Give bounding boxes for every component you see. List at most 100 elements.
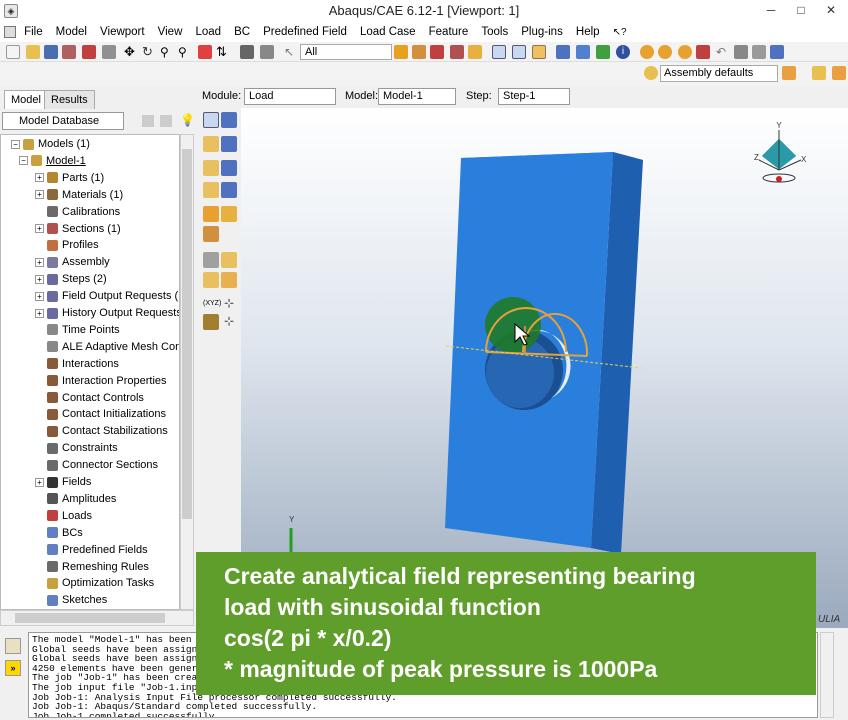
model-database-select[interactable]: Model Database bbox=[2, 112, 124, 130]
render-wireframe-icon[interactable] bbox=[556, 45, 570, 59]
analytical-field-manager-icon[interactable] bbox=[221, 206, 237, 222]
pan-icon[interactable]: ✥ bbox=[124, 45, 138, 59]
app-icon[interactable]: ◈ bbox=[4, 4, 18, 18]
menu-feature[interactable]: Feature bbox=[424, 22, 474, 42]
undo-icon[interactable]: ↶ bbox=[716, 45, 730, 59]
select-closest-icon[interactable] bbox=[430, 45, 444, 59]
datum-icon[interactable] bbox=[832, 66, 846, 80]
datum-csys-icon[interactable]: (XYZ) bbox=[203, 296, 221, 312]
maximize-button[interactable]: □ bbox=[786, 0, 816, 22]
create-field-icon[interactable] bbox=[203, 160, 219, 176]
select-from-interior-icon[interactable] bbox=[394, 45, 408, 59]
open-icon[interactable] bbox=[26, 45, 40, 59]
magnify-icon[interactable]: ⚲ bbox=[160, 45, 174, 59]
bc-manager-icon[interactable] bbox=[221, 136, 237, 152]
select-entities-icon[interactable] bbox=[450, 45, 464, 59]
collapse-icon[interactable]: − bbox=[11, 139, 20, 149]
expand-icon[interactable]: + bbox=[35, 190, 44, 200]
datum-plane-icon[interactable] bbox=[203, 314, 219, 330]
highlight-icon[interactable] bbox=[468, 45, 482, 59]
message-area-toggle-icon[interactable] bbox=[5, 638, 21, 654]
load-case-manager-icon[interactable] bbox=[221, 182, 237, 198]
query-icon[interactable] bbox=[240, 45, 254, 59]
menu-help[interactable]: Help bbox=[571, 22, 605, 42]
amplitude-icon[interactable] bbox=[203, 226, 219, 242]
save-icon[interactable] bbox=[44, 45, 58, 59]
selection-filter-select[interactable]: All bbox=[300, 44, 392, 60]
auto-fit-icon[interactable] bbox=[198, 45, 212, 59]
tree-item[interactable]: Calibrations bbox=[35, 204, 120, 221]
minimize-button[interactable]: ─ bbox=[756, 0, 786, 22]
menu-load[interactable]: Load bbox=[190, 22, 226, 42]
module-select[interactable]: Load bbox=[244, 88, 336, 105]
tree-vscroll-thumb[interactable] bbox=[182, 149, 192, 519]
collapse-icon[interactable]: − bbox=[19, 156, 28, 166]
command-line-toggle-icon[interactable]: » bbox=[5, 660, 21, 676]
tree-collapse-icon[interactable] bbox=[160, 115, 172, 127]
select-from-exterior-icon[interactable] bbox=[412, 45, 426, 59]
menu-tools[interactable]: Tools bbox=[476, 22, 513, 42]
expand-icon[interactable]: + bbox=[35, 257, 44, 267]
datum-point-icon[interactable] bbox=[203, 272, 219, 288]
tree-highlight-icon[interactable]: 💡 bbox=[180, 113, 195, 127]
tree-item[interactable]: + Sections (1) bbox=[35, 221, 121, 238]
iso-view-icon[interactable] bbox=[512, 45, 526, 59]
print-icon[interactable] bbox=[82, 45, 96, 59]
tree-item[interactable]: + Steps (2) bbox=[35, 271, 107, 288]
render-style-select[interactable]: Assembly defaults bbox=[660, 65, 778, 82]
render-filled-icon[interactable] bbox=[596, 45, 610, 59]
menu-file[interactable]: File bbox=[19, 22, 48, 42]
tree-horizontal-scrollbar[interactable] bbox=[0, 610, 194, 626]
render-style-icon[interactable] bbox=[644, 66, 658, 80]
tree-item[interactable]: − Models (1) bbox=[11, 136, 90, 153]
tree-item[interactable]: Connector Sections bbox=[35, 457, 158, 474]
tree-item[interactable]: + History Output Requests ( bbox=[35, 305, 179, 322]
menu-predefined-field[interactable]: Predefined Field bbox=[258, 22, 352, 42]
tree-item[interactable]: + Field Output Requests (1) bbox=[35, 288, 179, 305]
info-icon[interactable]: i bbox=[616, 45, 630, 59]
open-odb-icon[interactable] bbox=[62, 45, 76, 59]
part-instance-icon[interactable] bbox=[782, 66, 796, 80]
tree-item[interactable]: Contact Initializations bbox=[35, 406, 166, 423]
model-select[interactable]: Model-1 bbox=[378, 88, 456, 105]
new-icon[interactable] bbox=[6, 45, 20, 59]
step-select[interactable]: Step-1 bbox=[498, 88, 570, 105]
tree-vertical-scrollbar[interactable] bbox=[180, 134, 194, 610]
tree-item[interactable]: Constraints bbox=[35, 440, 118, 457]
expand-icon[interactable]: + bbox=[35, 224, 44, 234]
replace-icon[interactable] bbox=[752, 45, 766, 59]
tree-hscroll-thumb[interactable] bbox=[15, 613, 165, 623]
remove-icon[interactable] bbox=[734, 45, 748, 59]
render-hidden-icon[interactable] bbox=[576, 45, 590, 59]
tree-item[interactable]: + Assembly bbox=[35, 254, 110, 271]
tree-item[interactable]: Predefined Fields bbox=[35, 542, 148, 559]
expand-icon[interactable]: + bbox=[35, 308, 44, 318]
front-view-icon[interactable] bbox=[492, 45, 506, 59]
tree-item[interactable]: + Materials (1) bbox=[35, 187, 123, 204]
tree-item[interactable]: Interaction Properties bbox=[35, 373, 167, 390]
datum-plane-2-icon[interactable]: ⊹ bbox=[221, 314, 237, 330]
tree-item[interactable]: Optimization Tasks bbox=[35, 575, 154, 592]
tree-item[interactable]: − Model-1 bbox=[19, 153, 86, 170]
tree-item[interactable]: + Parts (1) bbox=[35, 170, 104, 187]
select-cursor-icon[interactable]: ↖ bbox=[284, 45, 298, 59]
expand-icon[interactable]: + bbox=[35, 477, 44, 487]
shaded-view-icon[interactable] bbox=[532, 45, 546, 59]
tree-item[interactable]: Profiles bbox=[35, 237, 99, 254]
message-scrollbar[interactable] bbox=[820, 632, 834, 718]
tree-item[interactable]: Contact Controls bbox=[35, 390, 144, 407]
viewport[interactable]: Y Z X Y ULIA bbox=[241, 108, 848, 628]
print-setup-icon[interactable] bbox=[102, 45, 116, 59]
tree-item[interactable]: Loads bbox=[35, 508, 92, 525]
datum-axis-icon[interactable] bbox=[221, 272, 237, 288]
tab-model[interactable]: Model bbox=[4, 90, 48, 109]
menu-plug-ins[interactable]: Plug-ins bbox=[516, 22, 568, 42]
tree-item[interactable]: Time Points bbox=[35, 322, 120, 339]
tree-item[interactable]: + Fields bbox=[35, 474, 91, 491]
create-load-case-icon[interactable] bbox=[203, 182, 219, 198]
create-bc-icon[interactable] bbox=[203, 136, 219, 152]
partition-face-icon[interactable] bbox=[221, 252, 237, 268]
tree-item[interactable]: BCs bbox=[35, 525, 83, 542]
tree-item[interactable]: Interactions bbox=[35, 356, 119, 373]
menu-view[interactable]: View bbox=[153, 22, 188, 42]
